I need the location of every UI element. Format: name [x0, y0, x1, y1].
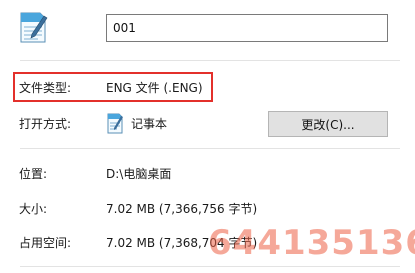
watermark: 644135136 — [208, 223, 415, 263]
size-value: 7.02 MB (7,366,756 字节) — [106, 202, 258, 216]
location-label: 位置: — [19, 167, 48, 181]
divider — [20, 266, 400, 267]
file-type-label: 文件类型: — [19, 81, 72, 95]
notepad-file-icon — [18, 10, 48, 44]
file-name-input[interactable] — [106, 14, 388, 42]
size-on-disk-label: 占用空间: — [19, 236, 72, 250]
open-with-app: 记事本 — [131, 117, 168, 131]
open-with-label: 打开方式: — [19, 117, 72, 131]
location-value: D:\电脑桌面 — [106, 167, 172, 181]
file-type-value: ENG 文件 (.ENG) — [106, 81, 203, 95]
notepad-icon — [106, 112, 124, 134]
change-button[interactable]: 更改(C)... — [268, 111, 388, 137]
divider — [20, 60, 400, 61]
divider — [20, 148, 400, 149]
size-label: 大小: — [19, 202, 48, 216]
